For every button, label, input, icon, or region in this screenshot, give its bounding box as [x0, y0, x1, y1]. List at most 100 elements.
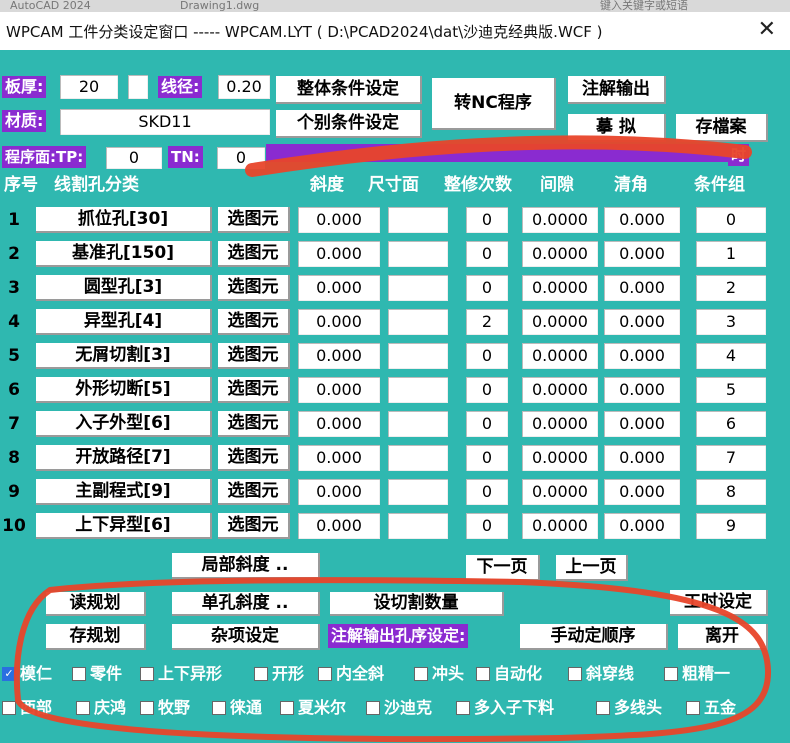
- condition-group-input[interactable]: 7: [696, 445, 766, 471]
- select-element-button[interactable]: 选图元: [218, 411, 290, 437]
- trim-count-input[interactable]: 0: [466, 445, 508, 471]
- condition-group-input[interactable]: 6: [696, 411, 766, 437]
- size-face-input[interactable]: [388, 479, 448, 505]
- work-hours-button[interactable]: 工时设定: [670, 590, 768, 616]
- checkbox[interactable]: [686, 701, 700, 715]
- checkbox[interactable]: ✓: [2, 667, 16, 681]
- checkbox[interactable]: [254, 667, 268, 681]
- to-nc-program-button[interactable]: 转NC程序: [432, 78, 556, 130]
- corner-input[interactable]: 0.000: [604, 411, 680, 437]
- category-button[interactable]: 主副程式[9]: [36, 479, 212, 505]
- size-face-input[interactable]: [388, 445, 448, 471]
- close-icon[interactable]: ✕: [758, 18, 776, 42]
- gap-input[interactable]: 0.0000: [522, 513, 598, 539]
- single-hole-slope-button[interactable]: 单孔斜度 ..: [172, 592, 320, 616]
- slope-input[interactable]: 0.000: [298, 309, 380, 335]
- gap-input[interactable]: 0.0000: [522, 207, 598, 233]
- corner-input[interactable]: 0.000: [604, 309, 680, 335]
- select-element-button[interactable]: 选图元: [218, 241, 290, 267]
- gap-input[interactable]: 0.0000: [522, 241, 598, 267]
- select-element-button[interactable]: 选图元: [218, 343, 290, 369]
- corner-input[interactable]: 0.000: [604, 445, 680, 471]
- slope-input[interactable]: 0.000: [298, 411, 380, 437]
- category-button[interactable]: 异型孔[4]: [36, 309, 212, 335]
- save-file-button[interactable]: 存檔案: [676, 114, 768, 142]
- condition-group-input[interactable]: 5: [696, 377, 766, 403]
- gap-input[interactable]: 0.0000: [522, 479, 598, 505]
- size-face-input[interactable]: [388, 343, 448, 369]
- slope-input[interactable]: 0.000: [298, 343, 380, 369]
- category-button[interactable]: 基准孔[150]: [36, 241, 212, 267]
- size-face-input[interactable]: [388, 513, 448, 539]
- trim-count-input[interactable]: 0: [466, 275, 508, 301]
- size-face-input[interactable]: [388, 275, 448, 301]
- size-face-input[interactable]: [388, 377, 448, 403]
- slope-input[interactable]: 0.000: [298, 513, 380, 539]
- trim-count-input[interactable]: 2: [466, 309, 508, 335]
- condition-group-input[interactable]: 0: [696, 207, 766, 233]
- trim-count-input[interactable]: 0: [466, 241, 508, 267]
- save-plan-button[interactable]: 存规划: [46, 624, 146, 650]
- category-button[interactable]: 上下异型[6]: [36, 513, 212, 539]
- checkbox[interactable]: [568, 667, 582, 681]
- overall-condition-button[interactable]: 整体条件设定: [276, 76, 422, 104]
- condition-group-input[interactable]: 3: [696, 309, 766, 335]
- gap-input[interactable]: 0.0000: [522, 445, 598, 471]
- tp-input[interactable]: 0: [106, 147, 162, 169]
- slope-input[interactable]: 0.000: [298, 479, 380, 505]
- checkbox[interactable]: [280, 701, 294, 715]
- checkbox[interactable]: [456, 701, 470, 715]
- select-element-button[interactable]: 选图元: [218, 377, 290, 403]
- thickness-extra-input[interactable]: [128, 75, 148, 99]
- trim-count-input[interactable]: 0: [466, 411, 508, 437]
- cut-count-button[interactable]: 设切割数量: [330, 592, 504, 616]
- select-element-button[interactable]: 选图元: [218, 207, 290, 233]
- corner-input[interactable]: 0.000: [604, 377, 680, 403]
- size-face-input[interactable]: [388, 309, 448, 335]
- size-face-input[interactable]: [388, 207, 448, 233]
- condition-group-input[interactable]: 2: [696, 275, 766, 301]
- trim-count-input[interactable]: 0: [466, 479, 508, 505]
- gap-input[interactable]: 0.0000: [522, 377, 598, 403]
- checkbox[interactable]: [664, 667, 678, 681]
- checkbox[interactable]: [2, 701, 16, 715]
- manual-order-button[interactable]: 手动定顺序: [520, 624, 668, 650]
- material-input[interactable]: SKD11: [60, 109, 270, 135]
- gap-input[interactable]: 0.0000: [522, 309, 598, 335]
- corner-input[interactable]: 0.000: [604, 479, 680, 505]
- wire-diameter-input[interactable]: 0.20: [218, 75, 270, 99]
- slope-input[interactable]: 0.000: [298, 445, 380, 471]
- checkbox[interactable]: [212, 701, 226, 715]
- checkbox[interactable]: [476, 667, 490, 681]
- select-element-button[interactable]: 选图元: [218, 275, 290, 301]
- read-plan-button[interactable]: 读规划: [46, 592, 146, 616]
- trim-count-input[interactable]: 0: [466, 343, 508, 369]
- thickness-input[interactable]: 20: [60, 75, 118, 99]
- simulate-button[interactable]: 摹 拟: [568, 114, 666, 142]
- category-button[interactable]: 入子外型[6]: [36, 411, 212, 437]
- gap-input[interactable]: 0.0000: [522, 343, 598, 369]
- category-button[interactable]: 抓位孔[30]: [36, 207, 212, 233]
- slope-input[interactable]: 0.000: [298, 275, 380, 301]
- corner-input[interactable]: 0.000: [604, 513, 680, 539]
- condition-group-input[interactable]: 8: [696, 479, 766, 505]
- checkbox[interactable]: [596, 701, 610, 715]
- gap-input[interactable]: 0.0000: [522, 411, 598, 437]
- leave-button[interactable]: 离开: [678, 624, 768, 650]
- corner-input[interactable]: 0.000: [604, 275, 680, 301]
- category-button[interactable]: 圆型孔[3]: [36, 275, 212, 301]
- select-element-button[interactable]: 选图元: [218, 513, 290, 539]
- category-button[interactable]: 开放路径[7]: [36, 445, 212, 471]
- size-face-input[interactable]: [388, 411, 448, 437]
- select-element-button[interactable]: 选图元: [218, 445, 290, 471]
- trim-count-input[interactable]: 0: [466, 207, 508, 233]
- corner-input[interactable]: 0.000: [604, 241, 680, 267]
- corner-input[interactable]: 0.000: [604, 343, 680, 369]
- prev-page-button[interactable]: 上一页: [556, 555, 628, 581]
- gap-input[interactable]: 0.0000: [522, 275, 598, 301]
- tn-input[interactable]: 0: [217, 147, 265, 169]
- category-button[interactable]: 无屑切割[3]: [36, 343, 212, 369]
- select-element-button[interactable]: 选图元: [218, 479, 290, 505]
- checkbox[interactable]: [76, 701, 90, 715]
- condition-group-input[interactable]: 1: [696, 241, 766, 267]
